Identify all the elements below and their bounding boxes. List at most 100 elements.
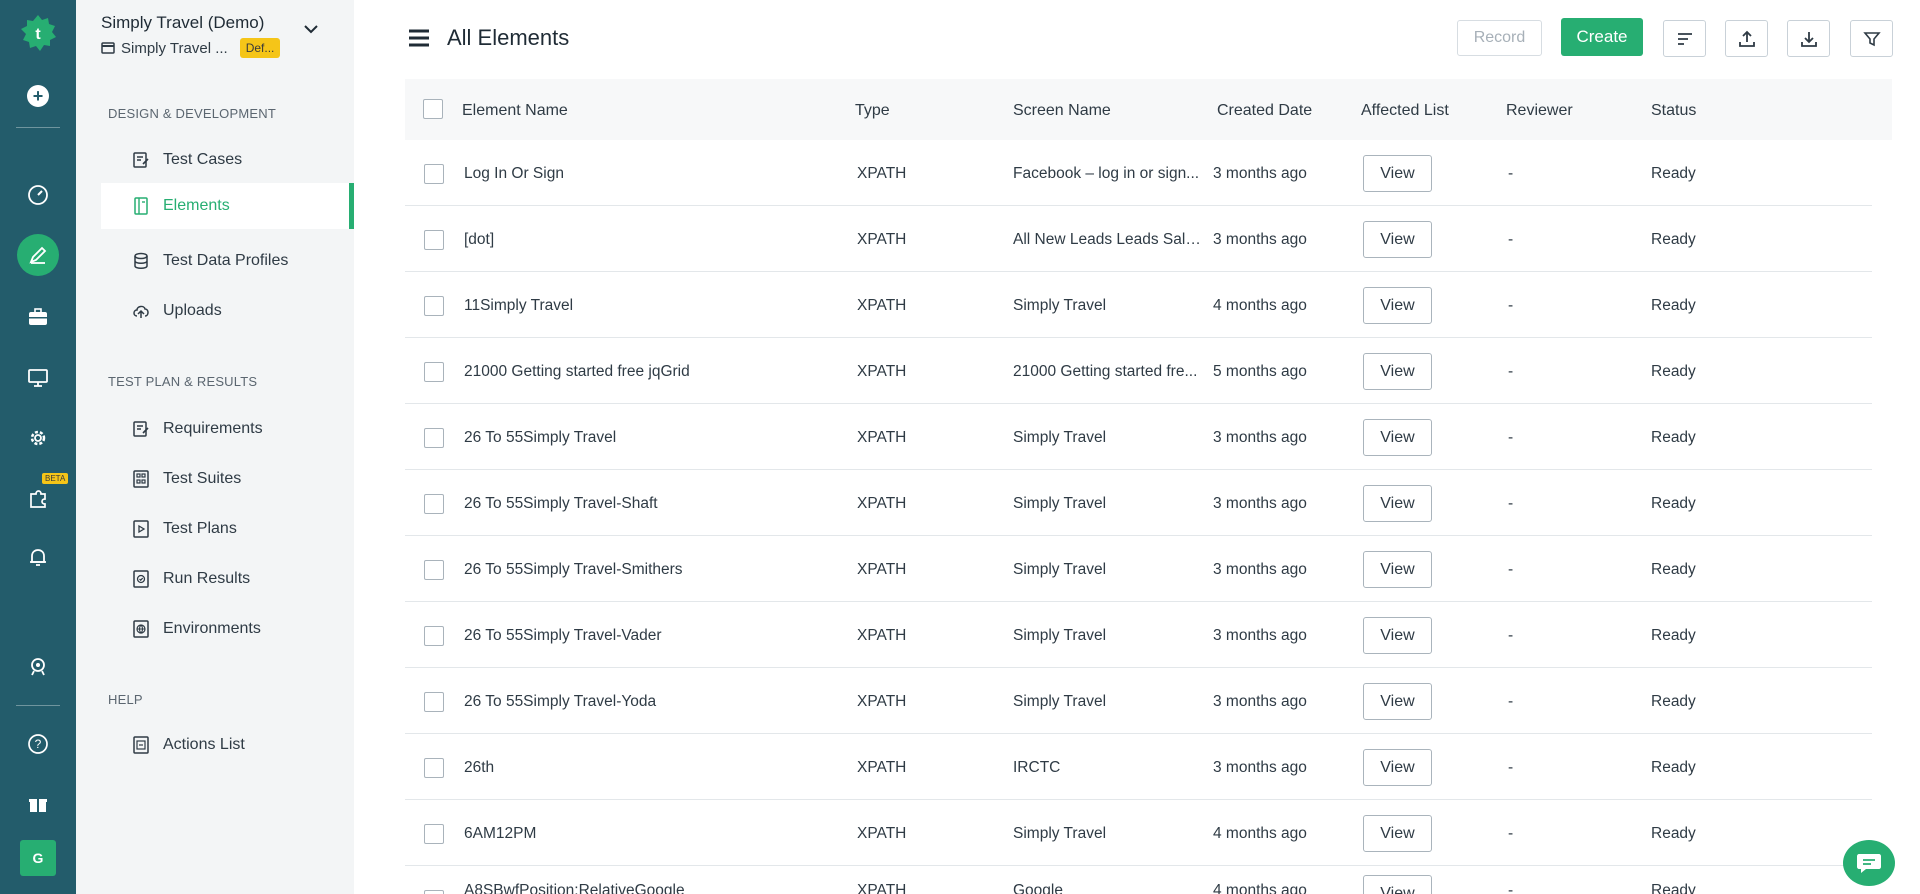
support-agent-icon[interactable] — [18, 646, 58, 686]
sidebar-item-label: Test Data Profiles — [163, 252, 289, 269]
column-header-screen-name[interactable]: Screen Name — [1013, 102, 1111, 120]
element-name-cell[interactable]: 26 To 55Simply Travel-Vader — [464, 627, 834, 645]
type-cell: XPATH — [857, 297, 907, 314]
element-name-cell[interactable]: 26 To 55Simply Travel-Yoda — [464, 693, 834, 711]
created-date-cell: 3 months ago — [1213, 231, 1307, 248]
elements-icon — [131, 196, 151, 216]
row-checkbox[interactable] — [424, 692, 444, 712]
sidebar-item-uploads[interactable]: Uploads — [101, 288, 354, 334]
view-affected-list-button[interactable]: View — [1363, 419, 1432, 456]
status-cell: Ready — [1651, 231, 1696, 248]
svg-text:?: ? — [35, 737, 42, 751]
chat-bubble-icon — [1857, 854, 1881, 873]
upload-button[interactable] — [1725, 20, 1768, 57]
edit-design-icon[interactable] — [18, 235, 58, 275]
testsigma-logo-icon[interactable]: t — [18, 13, 58, 53]
element-name-cell[interactable]: A8SBwfPosition:RelativeGoogle — [464, 882, 834, 894]
screen-name-cell: Simply Travel — [1013, 561, 1107, 578]
select-all-checkbox[interactable] — [423, 99, 443, 119]
default-badge: Def... — [239, 38, 281, 58]
screen-name-cell: Simply Travel — [1013, 297, 1107, 314]
view-affected-list-button[interactable]: View — [1363, 287, 1432, 324]
type-cell: XPATH — [857, 429, 907, 446]
view-affected-list-button[interactable]: View — [1363, 551, 1432, 588]
row-checkbox[interactable] — [424, 164, 444, 184]
created-date-cell: 3 months ago — [1213, 561, 1307, 578]
view-affected-list-button[interactable]: View — [1363, 155, 1432, 192]
sort-icon — [1677, 32, 1692, 45]
element-name-cell[interactable]: 26 To 55Simply Travel-Shaft — [464, 495, 834, 513]
view-affected-list-button[interactable]: View — [1363, 815, 1432, 852]
help-icon[interactable]: ? — [18, 724, 58, 764]
column-header-created-date[interactable]: Created Date — [1217, 102, 1312, 120]
notifications-bell-icon[interactable] — [18, 537, 58, 577]
view-affected-list-button[interactable]: View — [1363, 749, 1432, 786]
screen-name-cell: Simply Travel — [1013, 693, 1107, 710]
user-avatar[interactable]: G — [20, 840, 56, 876]
addons-puzzle-icon[interactable] — [18, 478, 58, 518]
page-title: All Elements — [447, 25, 570, 50]
gift-icon[interactable] — [18, 784, 58, 824]
column-header-element-name[interactable]: Element Name — [462, 102, 568, 120]
view-affected-list-button[interactable]: View — [1363, 683, 1432, 720]
filter-button[interactable] — [1850, 20, 1893, 57]
settings-gear-icon[interactable] — [18, 418, 58, 458]
view-affected-list-button[interactable]: View — [1363, 617, 1432, 654]
row-checkbox[interactable] — [424, 296, 444, 316]
view-affected-list-button[interactable]: View — [1363, 875, 1432, 894]
rail-divider — [16, 127, 60, 128]
section-title-design: DESIGN & DEVELOPMENT — [108, 106, 276, 121]
dashboard-icon[interactable] — [18, 175, 58, 215]
hamburger-menu-icon[interactable] — [408, 27, 430, 49]
briefcase-icon[interactable] — [18, 297, 58, 337]
sidebar-item-test-cases[interactable]: Test Cases — [101, 137, 354, 183]
created-date-cell: 4 months ago — [1213, 297, 1307, 314]
status-cell: Ready — [1651, 825, 1696, 842]
row-checkbox[interactable] — [424, 428, 444, 448]
element-name-cell[interactable]: 21000 Getting started free jqGrid — [464, 363, 834, 381]
sidebar-item-label: Run Results — [163, 570, 251, 587]
row-checkbox[interactable] — [424, 824, 444, 844]
element-name-cell[interactable]: 11Simply Travel — [464, 297, 834, 315]
record-button[interactable]: Record — [1457, 20, 1542, 56]
row-checkbox[interactable] — [424, 758, 444, 778]
view-affected-list-button[interactable]: View — [1363, 485, 1432, 522]
sidebar-item-label: Test Cases — [163, 151, 243, 168]
add-icon[interactable]: + — [27, 85, 49, 107]
sidebar-item-requirements[interactable]: Requirements — [101, 406, 354, 452]
sort-button[interactable] — [1663, 20, 1706, 57]
row-checkbox[interactable] — [424, 494, 444, 514]
element-name-cell[interactable]: 26 To 55Simply Travel-Smithers — [464, 561, 834, 579]
element-name-cell[interactable]: [dot] — [464, 231, 834, 249]
sidebar-item-test-data-profiles[interactable]: Test Data Profiles — [101, 238, 354, 284]
sidebar-item-run-results[interactable]: Run Results — [101, 556, 354, 602]
row-checkbox[interactable] — [424, 230, 444, 250]
sidebar-item-test-suites[interactable]: Test Suites — [101, 456, 354, 502]
view-affected-list-button[interactable]: View — [1363, 353, 1432, 390]
element-name-cell[interactable]: 26 To 55Simply Travel — [464, 429, 834, 447]
view-affected-list-button[interactable]: View — [1363, 221, 1432, 258]
chat-widget-button[interactable] — [1843, 840, 1895, 886]
column-header-type[interactable]: Type — [855, 102, 890, 120]
project-version[interactable]: Simply Travel ... Def... — [101, 38, 281, 58]
create-button[interactable]: Create — [1561, 18, 1643, 56]
chevron-down-icon[interactable] — [302, 22, 320, 36]
row-checkbox[interactable] — [424, 560, 444, 580]
screen-name-cell: Facebook – log in or sign... — [1013, 165, 1200, 182]
reviewer-cell: - — [1508, 759, 1514, 776]
download-button[interactable] — [1787, 20, 1830, 57]
sidebar-item-actions-list[interactable]: Actions List — [101, 722, 354, 768]
database-icon — [131, 251, 151, 271]
sidebar-item-test-plans[interactable]: Test Plans — [101, 506, 354, 552]
sidebar-item-elements[interactable]: Elements — [101, 183, 354, 229]
element-name-cell[interactable]: 26th — [464, 759, 834, 777]
row-checkbox[interactable] — [424, 362, 444, 382]
status-cell: Ready — [1651, 165, 1696, 182]
element-name-cell[interactable]: Log In Or Sign — [464, 165, 834, 183]
row-checkbox[interactable] — [424, 890, 444, 894]
element-name-cell[interactable]: 6AM12PM — [464, 825, 834, 843]
sidebar-item-environments[interactable]: Environments — [101, 606, 354, 652]
monitor-icon[interactable] — [18, 358, 58, 398]
row-checkbox[interactable] — [424, 626, 444, 646]
project-title[interactable]: Simply Travel (Demo) — [101, 13, 264, 33]
